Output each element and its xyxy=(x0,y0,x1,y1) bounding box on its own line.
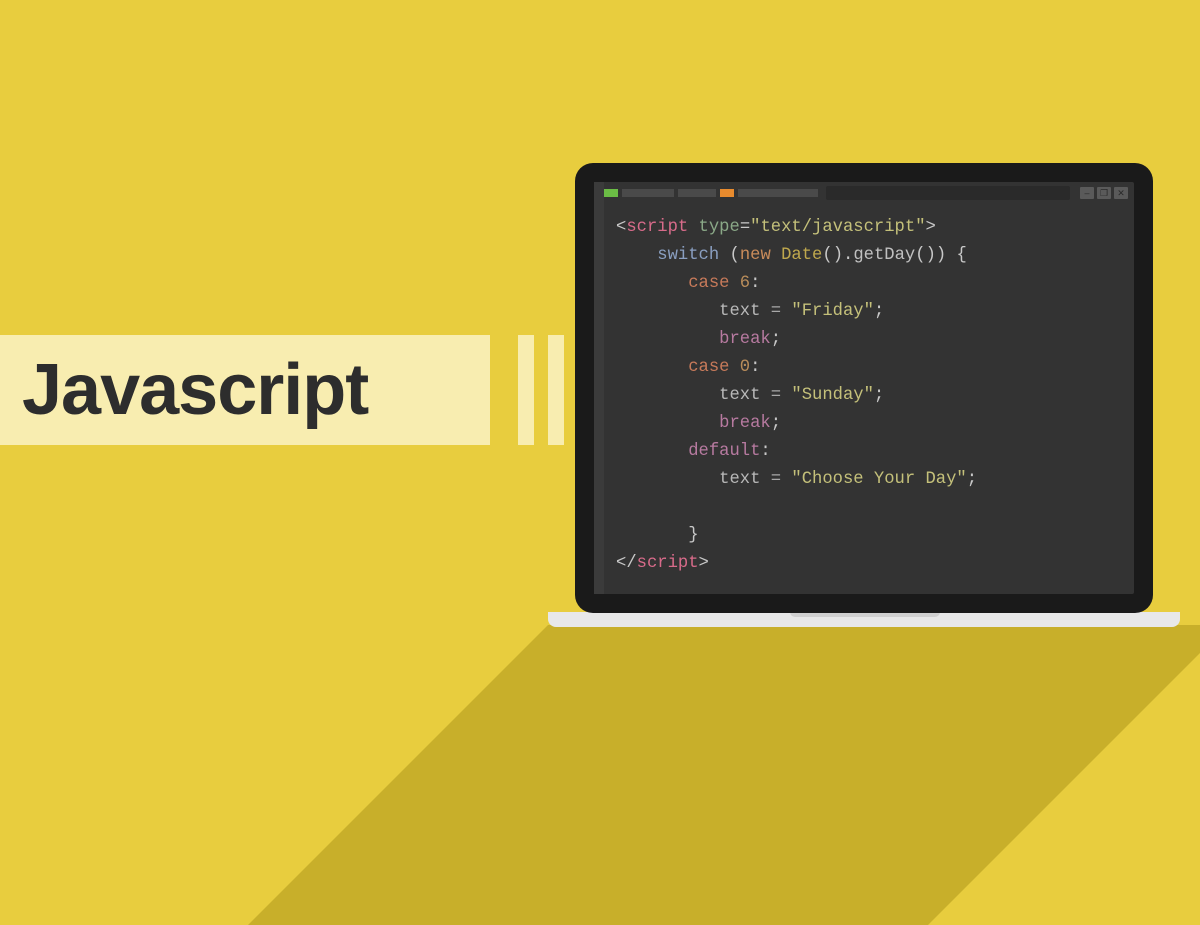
code-token: . xyxy=(843,246,853,265)
code-token: " xyxy=(750,218,760,237)
code-token: < xyxy=(616,218,626,237)
code-token: ) xyxy=(936,246,946,265)
code-token: " xyxy=(791,386,801,405)
code-token: ; xyxy=(771,414,781,433)
page-title: Javascript xyxy=(0,349,368,431)
editor-gutter xyxy=(594,182,604,594)
code-token: default xyxy=(688,442,760,461)
code-token: Choose Your Day xyxy=(802,470,957,489)
code-token: : xyxy=(750,274,760,293)
code-token: case xyxy=(688,358,729,377)
code-token: text/javascript xyxy=(760,218,915,237)
code-token: ; xyxy=(967,470,977,489)
code-token: > xyxy=(699,554,709,573)
code-token: break xyxy=(719,330,771,349)
code-token: text xyxy=(719,386,760,405)
code-token: switch xyxy=(657,246,719,265)
window-titlebar xyxy=(826,186,1070,200)
code-token: : xyxy=(760,442,770,461)
decoration-bar xyxy=(548,335,564,445)
tab xyxy=(738,189,818,197)
code-block: <script type="text/javascript"> switch (… xyxy=(616,214,1124,578)
code-token: case xyxy=(688,274,729,293)
maximize-icon: ❐ xyxy=(1097,187,1111,199)
minimize-icon: – xyxy=(1080,187,1094,199)
tab-modified-indicator xyxy=(720,189,734,197)
code-token: " xyxy=(864,302,874,321)
code-token: / xyxy=(626,554,636,573)
close-icon: ✕ xyxy=(1114,187,1128,199)
code-token: ) xyxy=(833,246,843,265)
title-banner: Javascript xyxy=(0,335,490,445)
code-token: = xyxy=(760,302,791,321)
code-token: Date xyxy=(781,246,822,265)
code-token: 0 xyxy=(740,358,750,377)
code-token: " xyxy=(791,470,801,489)
decoration-bar xyxy=(518,335,534,445)
code-token: Friday xyxy=(802,302,864,321)
code-token: " xyxy=(791,302,801,321)
tab-indicator xyxy=(604,189,618,197)
code-token: ( xyxy=(822,246,832,265)
code-token: > xyxy=(926,218,936,237)
code-token: ( xyxy=(729,246,739,265)
code-token: Sunday xyxy=(802,386,864,405)
code-token: = xyxy=(760,386,791,405)
code-token: { xyxy=(957,246,967,265)
code-token: " xyxy=(915,218,925,237)
code-token: ; xyxy=(874,386,884,405)
code-token: text xyxy=(719,302,760,321)
editor-screen: – ❐ ✕ <script type="text/javascript"> sw… xyxy=(594,182,1134,594)
code-token: break xyxy=(719,414,771,433)
code-token: 6 xyxy=(740,274,750,293)
code-token: : xyxy=(750,358,760,377)
code-token: = xyxy=(760,470,791,489)
code-token: } xyxy=(688,526,698,545)
code-token: " xyxy=(956,470,966,489)
code-token: getDay xyxy=(853,246,915,265)
code-token: script xyxy=(637,554,699,573)
tab xyxy=(678,189,716,197)
code-token: ; xyxy=(874,302,884,321)
code-token: = xyxy=(740,218,750,237)
code-token: < xyxy=(616,554,626,573)
tab xyxy=(622,189,674,197)
editor-tabbar: – ❐ ✕ xyxy=(604,186,1130,200)
code-token: text xyxy=(719,470,760,489)
code-token: ; xyxy=(771,330,781,349)
code-token: new xyxy=(740,246,771,265)
window-controls: – ❐ ✕ xyxy=(1080,187,1128,199)
code-token: type xyxy=(699,218,740,237)
code-token: script xyxy=(626,218,688,237)
laptop-shadow xyxy=(248,625,1200,925)
code-token: ) xyxy=(926,246,936,265)
code-token: " xyxy=(864,386,874,405)
code-token: ( xyxy=(915,246,925,265)
